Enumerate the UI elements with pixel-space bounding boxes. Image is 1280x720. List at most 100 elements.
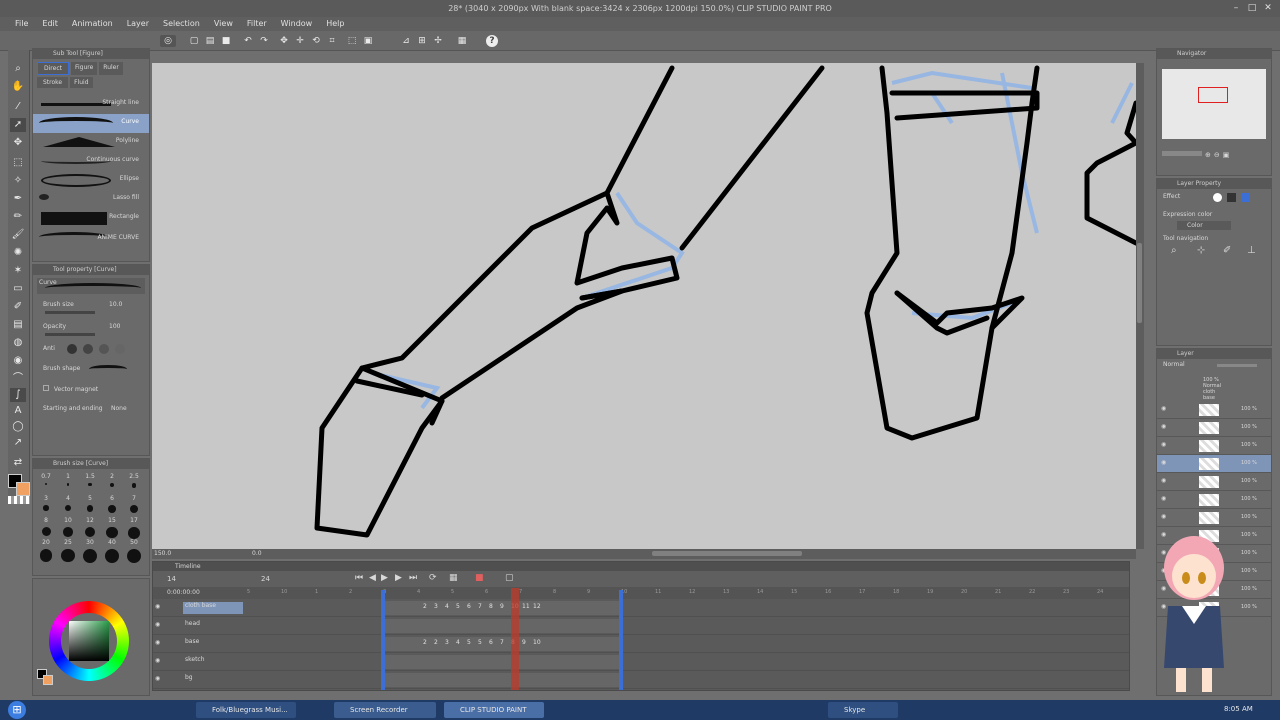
nav-correct-icon[interactable]: ⊹ [1197, 245, 1205, 256]
menu-window[interactable]: Window [274, 17, 320, 31]
brush-size-preset[interactable]: 20 [35, 539, 57, 562]
brush-size-preset[interactable]: 25 [57, 539, 79, 563]
brush-size-preset[interactable]: 10 [57, 517, 79, 539]
sub-tool-anime-curve[interactable]: ANIME CURVE [33, 228, 149, 247]
sub-tool-tab-fluid[interactable]: Fluid [70, 77, 93, 88]
track-cel-label[interactable]: 7 [478, 603, 482, 610]
fill-selection-icon[interactable]: ▣ [362, 35, 374, 47]
timeline-frame-ruler[interactable]: 5101234567891011121314151617181920212223… [247, 589, 1127, 599]
layer-visibility-icon[interactable]: ◉ [1161, 423, 1166, 430]
layer-row[interactable]: ◉ 100 % [1157, 455, 1271, 473]
track-visibility-icon[interactable]: ◉ [155, 675, 160, 682]
canvas-horizontal-scrollbar[interactable] [652, 551, 802, 556]
blend-mode-select[interactable]: Normal [1163, 361, 1185, 368]
layer-row[interactable]: ◉ 100 % [1157, 473, 1271, 491]
fill-tool-icon[interactable]: ◍ [10, 336, 26, 350]
brush-size-preset[interactable]: 2.5 [123, 473, 145, 495]
nav-ruler-icon[interactable]: ⊥ [1247, 245, 1256, 256]
fps-value[interactable]: 24 [261, 575, 270, 583]
brush-shape-preview[interactable] [89, 365, 127, 373]
sub-tool-continuous-curve[interactable]: Continuous curve [33, 152, 149, 171]
text-tool-icon[interactable]: A [10, 404, 26, 418]
brush-size-preset[interactable]: 12 [79, 517, 101, 539]
figure-tool-icon[interactable]: ◉ [10, 354, 26, 368]
brush-size-preset[interactable]: 15 [101, 517, 123, 539]
track-cel-label[interactable]: 2 [423, 639, 427, 646]
sub-tool-lasso-fill[interactable]: Lasso fill [33, 190, 149, 209]
playhead[interactable] [511, 588, 519, 690]
open-file-icon[interactable]: ▤ [204, 35, 216, 47]
brush-size-preset[interactable]: 5 [79, 495, 101, 517]
track-cel-label[interactable]: 11 [522, 603, 530, 610]
color-saturation-square[interactable] [69, 621, 109, 661]
brush-size-preset[interactable]: 7 [123, 495, 145, 517]
next-frame-icon[interactable]: ▶ [395, 573, 402, 583]
timeline-track[interactable]: ◉ sketch [153, 653, 1129, 671]
move-icon[interactable]: ✛ [294, 35, 306, 47]
sub-tool-tab-figure[interactable]: Figure [70, 62, 98, 75]
sub-tool-ellipse[interactable]: Ellipse [33, 171, 149, 190]
track-cel-label[interactable]: 8 [489, 603, 493, 610]
brush-size-slider[interactable] [45, 311, 95, 314]
timeline-end-marker[interactable] [619, 590, 623, 690]
onion-skin-icon[interactable]: ▦ [449, 573, 458, 583]
track-visibility-icon[interactable]: ◉ [155, 639, 160, 646]
track-visibility-icon[interactable]: ◉ [155, 657, 160, 664]
transform-icon[interactable]: ✥ [278, 35, 290, 47]
menu-file[interactable]: File [8, 17, 35, 31]
layer-row[interactable]: ◉ 100 % [1157, 509, 1271, 527]
anti-alias-weak-icon[interactable] [83, 344, 93, 354]
track-cel-label[interactable]: 5 [467, 639, 471, 646]
undo-icon[interactable]: ↶ [242, 35, 254, 47]
brush-tool-icon[interactable]: 🖌 [10, 228, 26, 242]
decoration-icon[interactable]: ✶ [10, 264, 26, 278]
operation-tool-icon[interactable]: ➚ [10, 118, 26, 132]
track-visibility-icon[interactable]: ◉ [155, 621, 160, 628]
canvas-vertical-scrollbar[interactable] [1136, 63, 1144, 549]
nav-pen-icon[interactable]: ✐ [1223, 245, 1231, 256]
specify-cels-icon[interactable]: ▢ [505, 573, 514, 583]
play-icon[interactable]: ▶ [381, 573, 388, 583]
zoom-out-icon[interactable]: ⊖ [1214, 151, 1220, 159]
brush-size-preset[interactable]: 3 [35, 495, 57, 517]
sub-tool-rectangle[interactable]: Rectangle [33, 209, 149, 228]
brush-size-preset[interactable]: 8 [35, 517, 57, 539]
timeline-track[interactable]: ◉ head [153, 617, 1129, 635]
track-cel-label[interactable]: 7 [500, 639, 504, 646]
sub-tool-curve[interactable]: Curve [33, 114, 149, 133]
timeline-start-marker[interactable] [381, 590, 385, 690]
taskbar-item-skype[interactable]: Skype [828, 702, 898, 718]
save-icon[interactable]: ■ [220, 35, 232, 47]
menu-help[interactable]: Help [319, 17, 351, 31]
layer-row[interactable]: ◉ 100 % [1157, 401, 1271, 419]
starting-ending-value[interactable]: None [111, 405, 127, 412]
track-cel-label[interactable]: 6 [467, 603, 471, 610]
layer-row[interactable]: ◉ 100 % [1157, 491, 1271, 509]
sub-tool-straight-line[interactable]: Straight line [33, 95, 149, 114]
auto-select-icon[interactable]: ✧ [10, 174, 26, 188]
track-cel-area[interactable] [381, 619, 621, 633]
color-sub-swatch-small[interactable] [43, 675, 53, 685]
track-cel-label[interactable]: 2 [423, 603, 427, 610]
expression-color-select[interactable]: Color [1177, 221, 1231, 230]
brush-size-preset[interactable]: 4 [57, 495, 79, 517]
transparent-color-swatch[interactable] [8, 496, 30, 504]
track-cel-label[interactable]: 5 [456, 603, 460, 610]
effect-tone-icon[interactable] [1227, 193, 1236, 202]
color-swap-icon[interactable]: ⇄ [10, 456, 26, 470]
pen-tool-icon[interactable]: ✒ [10, 192, 26, 206]
track-cel-label[interactable]: 9 [500, 603, 504, 610]
crop-icon[interactable]: ⌗ [326, 35, 338, 47]
track-cel-label[interactable]: 12 [533, 603, 541, 610]
last-frame-icon[interactable]: ⏭ [409, 573, 417, 583]
layer-folder-row[interactable]: 100 % Normal cloth base [1157, 373, 1271, 401]
effect-layer-color-icon[interactable] [1241, 193, 1250, 202]
track-cel-label[interactable]: 2 [434, 639, 438, 646]
maximize-icon[interactable]: □ [1246, 2, 1258, 14]
layer-visibility-icon[interactable]: ◉ [1161, 459, 1166, 466]
taskbar-item-screen-recorder[interactable]: Screen Recorder [334, 702, 436, 718]
track-cel-label[interactable]: 6 [489, 639, 493, 646]
menu-layer[interactable]: Layer [120, 17, 156, 31]
timeline-track[interactable]: ◉cloth base23456789101112 [153, 599, 1129, 617]
nav-transform-icon[interactable]: ⌕ [1171, 245, 1177, 256]
